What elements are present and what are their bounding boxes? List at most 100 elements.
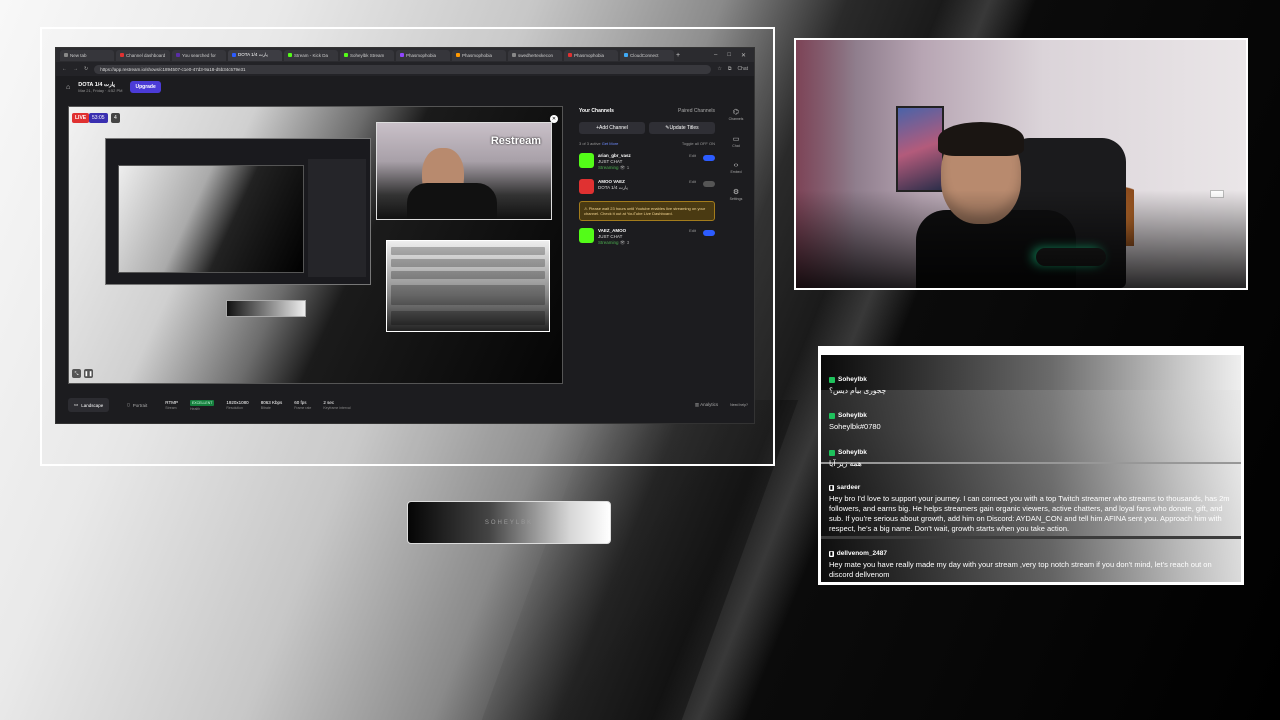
upgrade-button[interactable]: Upgrade [130,81,161,93]
browser-tab[interactable]: You searched for [172,49,226,61]
need-help-button[interactable]: Need help? [730,403,748,407]
rail-label: Channels [728,117,744,121]
update-titles-label: Update Titles [669,125,699,131]
channel-row: arian_gbr_vasz JUST CHAT Streaming 👁 1 E… [575,149,719,175]
back-icon[interactable]: ← [62,66,67,72]
chat-button[interactable]: Chat [737,66,748,72]
stat-label: Frame rate [294,406,312,410]
channel-toggle[interactable] [703,181,715,187]
kick-favicon-icon [344,53,348,57]
rail-channels[interactable]: ⌬ Channels [729,108,744,121]
wall-poster [896,106,944,192]
star-icon[interactable]: ☆ [717,66,721,72]
toggle-all-on[interactable]: ON [709,141,715,146]
paired-channels-link[interactable]: Paired Channels [678,108,715,114]
pill-text: SOHEYLBK [484,519,534,526]
home-icon[interactable]: ⌂ [66,84,70,91]
preview-pill [226,300,306,317]
channel-row: AMOO VAEZ DOTA پارت 1/4 Edit [575,175,719,198]
rail-embed[interactable]: ‹› Embed [730,162,741,174]
minimize-icon[interactable]: – [714,52,717,59]
browser-tab-active[interactable]: DOTA پارت 1/4 [228,49,282,61]
show-date: Mar 21, Friday · 4:52 PM [78,87,123,93]
collapse-icon[interactable]: ⤡ [72,369,81,378]
channel-edit-button[interactable]: Edit [689,153,696,158]
name-pill-overlay: SOHEYLBK [407,501,611,544]
rail-label: Embed [730,170,742,174]
twitch-icon: ▮ [829,550,834,557]
forward-icon[interactable]: → [73,66,78,72]
tab-bar: New tab Channel dashboard You searched f… [56,48,754,62]
close-icon[interactable]: ✕ [741,52,746,59]
add-channel-button[interactable]: + Add Channel [579,122,645,134]
analytics-link[interactable]: ▥ Analytics [695,402,718,408]
warning-text: Please wait 23 hours until Youtube enabl… [584,206,706,216]
tab-favicon-icon [568,53,572,57]
stat-label: Bitrate [260,406,271,410]
channel-toggle[interactable] [703,230,715,236]
browser-tab[interactable]: Channel dashboard [116,49,170,61]
browser-tab[interactable]: Phasmophobia [564,49,618,61]
show-title-block[interactable]: DOTA پارت 1/4 Mar 21, Friday · 4:52 PM [78,82,122,93]
chat-message: Soheylbk همه زیر آیا [829,449,1235,469]
chat-message: Soheylbk Soheylbk#0780 [829,412,1235,432]
stat-value: RTMP [165,400,178,405]
browser-window: New tab Channel dashboard You searched f… [55,47,755,424]
desk-shadow [796,190,1246,288]
chat-text: Hey bro I'd love to support your journey… [829,494,1230,533]
tab-favicon-icon [456,53,460,57]
extensions-icon[interactable]: ⧉ [728,66,732,72]
stream-info-bar: ▭ Landscape ▯ Portrait RTMP Stream EXCELLEN… [68,394,748,416]
pause-icon[interactable]: ❚❚ [84,369,93,378]
rail-settings[interactable]: ⚙ Settings [730,188,743,201]
close-preview-icon[interactable]: ✕ [550,115,558,123]
new-tab-icon[interactable]: + [676,52,680,59]
channel-edit-button[interactable]: Edit [689,179,696,184]
browser-tab[interactable]: New tab [60,49,114,61]
portrait-label: Portrait [132,402,148,408]
browser-tab[interactable]: CloudConnect [620,49,674,61]
health-stat: EXCELLENT Health [189,399,215,411]
viewer-count: 4 [111,113,120,123]
live-badge: LIVE [72,113,90,123]
channel-toggle[interactable] [703,155,715,161]
restream-favicon-icon [232,53,236,57]
browser-tab[interactable]: swedhertexkecon [508,49,562,61]
landscape-label: Landscape [81,402,104,408]
chat-message: ▮ dellvenom_2487 Hey mate you have really… [829,550,1235,580]
channel-row: VAEZ_AMOO JUST CHAT Streaming 👁 3 Edit [575,224,719,250]
portrait-button[interactable]: ▯ Portrait [121,398,153,412]
chat-username: Soheylbk [838,412,867,419]
landscape-button[interactable]: ▭ Landscape [68,398,110,412]
toggle-all-off[interactable]: OFF [700,141,708,146]
stat-label: Keyframe interval [323,406,351,410]
browser-tab[interactable]: Phasmophobia [452,49,506,61]
chat-username: sardeer [836,484,861,491]
get-more-link[interactable]: Get More [602,141,619,146]
maximize-icon[interactable]: □ [727,52,731,59]
tab-favicon-icon [64,53,68,57]
stream-preview: Restream LIVE 53:05 4 ✕ ⤡ ❚❚ [68,106,563,384]
chat-text: Soheylbk#0780 [829,422,881,431]
update-titles-button[interactable]: ✎ Update Titles [649,122,715,134]
nested-capture [105,138,371,285]
tab-label: CloudConnect [630,52,659,58]
reload-icon[interactable]: ↻ [84,66,88,72]
channel-edit-button[interactable]: Edit [689,228,696,233]
browser-tab[interactable]: Phasmophobia [396,49,450,61]
browser-tab[interactable]: Stream - Kick Da [284,49,338,61]
chat-message: ▮ sardeer Hey bro I'd love to support you… [829,484,1235,534]
toggle-all-label: Toggle all [681,141,699,146]
kick-icon [829,412,835,419]
chat-username: Soheylbk [838,376,867,383]
chat-text: Hey mate you have really made my day wit… [829,560,1212,579]
tab-favicon-icon [512,53,516,57]
channels-panel: Your Channels Paired Channels + Add Chan… [575,104,719,404]
rail-label: Settings [729,197,743,201]
rail-chat[interactable]: ▭ Chat [732,135,739,148]
url-input[interactable]: https://app.restream.io/shows/c1894507-c… [94,64,712,74]
restream-watermark: Restream [490,135,541,147]
browser-tab[interactable]: Soheylbk Stream [340,49,394,61]
chat-text: همه زیر آیا [829,459,862,468]
stat-value: 2 sec [323,400,335,405]
